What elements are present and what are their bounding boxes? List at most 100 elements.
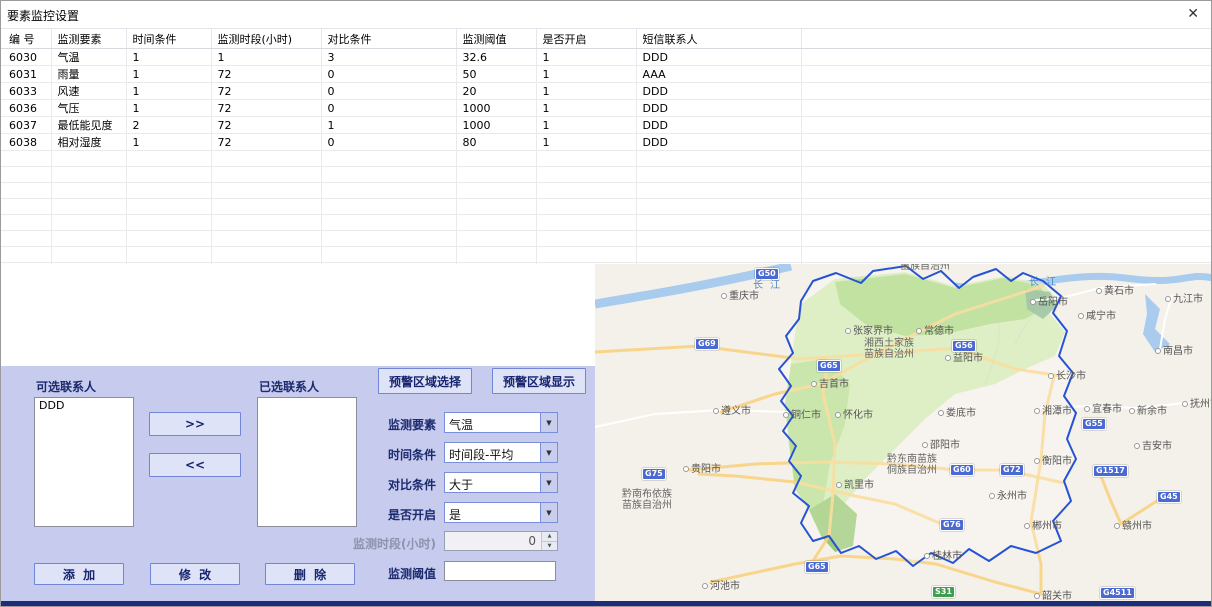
table-cell[interactable] — [801, 117, 1212, 134]
spinner-up-icon[interactable]: ▲ — [542, 532, 557, 542]
table-cell[interactable]: 6037 — [1, 117, 51, 134]
delete-button[interactable]: 删 除 — [265, 563, 355, 585]
column-header[interactable]: 监测时段(小时) — [211, 29, 321, 49]
table-cell[interactable]: 72 — [211, 100, 321, 117]
table-cell — [321, 183, 456, 199]
table-row-empty[interactable] — [1, 215, 1212, 231]
spinner-down-icon[interactable]: ▼ — [542, 542, 557, 551]
table-cell[interactable]: 1000 — [456, 117, 536, 134]
add-button[interactable]: 添 加 — [34, 563, 124, 585]
table-cell[interactable]: 6033 — [1, 83, 51, 100]
table-cell[interactable]: 1 — [536, 83, 636, 100]
table-cell[interactable]: 1 — [536, 100, 636, 117]
table-cell[interactable]: 1 — [536, 49, 636, 66]
table-row-empty[interactable] — [1, 231, 1212, 247]
table-cell[interactable]: 1 — [126, 83, 211, 100]
table-cell[interactable]: 0 — [321, 134, 456, 151]
modify-button[interactable]: 修 改 — [150, 563, 240, 585]
column-header[interactable]: 监测要素 — [51, 29, 126, 49]
table-cell[interactable]: 2 — [126, 117, 211, 134]
table-cell[interactable] — [801, 83, 1212, 100]
chevron-down-icon[interactable]: ▼ — [540, 413, 557, 432]
table-cell[interactable]: DDD — [636, 49, 801, 66]
column-header[interactable]: 时间条件 — [126, 29, 211, 49]
table-row[interactable]: 6038相对湿度1720801DDD — [1, 134, 1212, 151]
table-cell[interactable] — [801, 49, 1212, 66]
table-cell[interactable]: 3 — [321, 49, 456, 66]
column-header[interactable]: 短信联系人 — [636, 29, 801, 49]
table-cell[interactable]: 1 — [536, 134, 636, 151]
table-cell[interactable]: 20 — [456, 83, 536, 100]
table-cell[interactable] — [801, 66, 1212, 83]
table-cell[interactable]: 气压 — [51, 100, 126, 117]
enabled-select-value: 是 — [449, 506, 461, 523]
close-icon[interactable]: ✕ — [1187, 6, 1199, 22]
table-cell[interactable]: DDD — [636, 100, 801, 117]
table-cell[interactable]: DDD — [636, 134, 801, 151]
table-row[interactable]: 6030气温11332.61DDD — [1, 49, 1212, 66]
table-cell[interactable]: 1 — [536, 66, 636, 83]
table-cell[interactable]: 6036 — [1, 100, 51, 117]
table-cell[interactable]: 最低能见度 — [51, 117, 126, 134]
table-cell[interactable]: 1 — [321, 117, 456, 134]
map-view[interactable]: 重庆市黄石市咸宁市九江市岳阳市南昌市常德市张家界市益阳市长沙市吉首市遵义市铜仁市… — [595, 264, 1212, 601]
table-cell[interactable]: 相对湿度 — [51, 134, 126, 151]
table-cell[interactable]: 气温 — [51, 49, 126, 66]
table-cell[interactable] — [801, 100, 1212, 117]
table-row-empty[interactable] — [1, 199, 1212, 215]
warning-area-display-button[interactable]: 预警区域显示 — [492, 368, 586, 394]
table-row[interactable]: 6031雨量1720501AAA — [1, 66, 1212, 83]
column-header[interactable]: 编 号 — [1, 29, 51, 49]
enabled-select[interactable]: 是 ▼ — [444, 502, 558, 523]
warning-area-select-button[interactable]: 预警区域选择 — [378, 368, 472, 394]
threshold-input[interactable] — [444, 561, 556, 581]
chevron-down-icon[interactable]: ▼ — [540, 443, 557, 462]
table-cell[interactable]: 50 — [456, 66, 536, 83]
table-cell[interactable]: DDD — [636, 117, 801, 134]
table-cell[interactable]: 72 — [211, 117, 321, 134]
contact-list-item[interactable]: DDD — [35, 398, 133, 413]
table-row-empty[interactable] — [1, 247, 1212, 263]
table-cell[interactable] — [801, 134, 1212, 151]
chevron-down-icon[interactable]: ▼ — [540, 503, 557, 522]
table-cell[interactable]: 1 — [536, 117, 636, 134]
table-cell[interactable]: 1 — [211, 49, 321, 66]
table-cell[interactable]: 风速 — [51, 83, 126, 100]
table-cell[interactable]: 雨量 — [51, 66, 126, 83]
map-city-label: 常德市 — [916, 322, 954, 337]
table-cell[interactable]: 72 — [211, 83, 321, 100]
column-header[interactable]: 是否开启 — [536, 29, 636, 49]
table-row[interactable]: 6037最低能见度272110001DDD — [1, 117, 1212, 134]
table-cell[interactable]: 72 — [211, 134, 321, 151]
table-cell[interactable]: AAA — [636, 66, 801, 83]
table-cell[interactable]: 72 — [211, 66, 321, 83]
table-row-empty[interactable] — [1, 151, 1212, 167]
table-cell[interactable]: DDD — [636, 83, 801, 100]
table-cell[interactable]: 0 — [321, 66, 456, 83]
table-cell[interactable]: 32.6 — [456, 49, 536, 66]
table-cell[interactable]: 1000 — [456, 100, 536, 117]
table-cell[interactable]: 6030 — [1, 49, 51, 66]
table-cell[interactable]: 0 — [321, 83, 456, 100]
city-marker-dot — [1034, 593, 1040, 599]
column-header[interactable]: 对比条件 — [321, 29, 456, 49]
table-cell[interactable]: 1 — [126, 49, 211, 66]
time-condition-select[interactable]: 时间段-平均 ▼ — [444, 442, 558, 463]
table-row[interactable]: 6033风速1720201DDD — [1, 83, 1212, 100]
table-cell[interactable]: 6038 — [1, 134, 51, 151]
table-row[interactable]: 6036气压172010001DDD — [1, 100, 1212, 117]
table-cell[interactable]: 80 — [456, 134, 536, 151]
table-cell[interactable]: 1 — [126, 100, 211, 117]
table-cell[interactable]: 1 — [126, 134, 211, 151]
element-select[interactable]: 气温 ▼ — [444, 412, 558, 433]
table-row-empty[interactable] — [1, 183, 1212, 199]
column-header[interactable]: 监测阈值 — [456, 29, 536, 49]
table-cell[interactable]: 6031 — [1, 66, 51, 83]
table-cell[interactable]: 1 — [126, 66, 211, 83]
table-row-empty[interactable] — [1, 167, 1212, 183]
table-cell — [51, 199, 126, 215]
chevron-down-icon[interactable]: ▼ — [540, 473, 557, 492]
table-cell[interactable]: 0 — [321, 100, 456, 117]
table-cell — [51, 151, 126, 167]
compare-condition-select[interactable]: 大于 ▼ — [444, 472, 558, 493]
